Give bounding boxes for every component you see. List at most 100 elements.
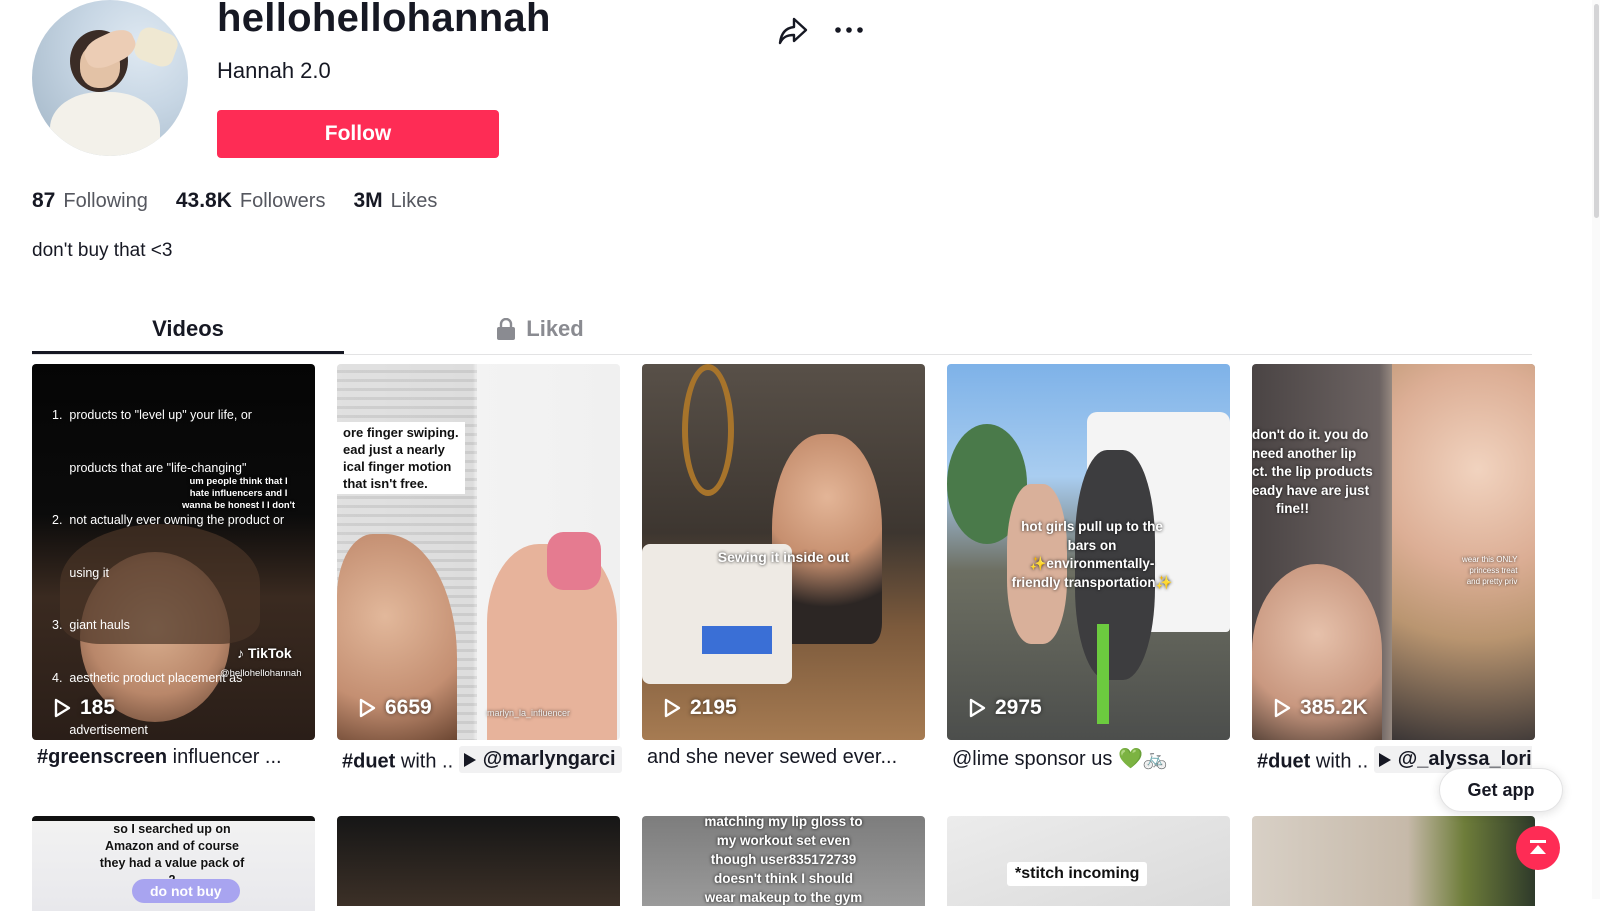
caption-emoji: 💚🚲	[1117, 748, 1168, 770]
video-thumbnail-object	[547, 532, 601, 590]
scrollbar-thumb[interactable]	[1594, 4, 1599, 218]
caption-text: and she never sewed ever...	[647, 746, 898, 768]
video-card[interactable]	[337, 816, 620, 906]
video-overlay-text: hot girls pull up to the bars on ✨enviro…	[987, 518, 1197, 592]
stat-label: Following	[63, 190, 148, 212]
overlay-line: my workout set even	[716, 833, 851, 848]
view-count: 185	[52, 696, 115, 720]
overlay-line: friendly transportation✨	[1011, 574, 1173, 590]
video-overlay-text: ore finger swiping. ead just a nearly ic…	[337, 422, 465, 494]
overlay-line: eady have are just	[1252, 482, 1370, 498]
caption-hashtag[interactable]: #duet	[1257, 751, 1310, 773]
caption-mention[interactable]: @marlyngarci	[458, 746, 622, 773]
stat-value: 87	[32, 189, 56, 212]
profile-stats: 87 Following 43.8K Followers 3M Likes	[32, 189, 437, 213]
overlay-line: hate influencers and I	[189, 488, 288, 499]
stat-following[interactable]: 87 Following	[32, 189, 148, 213]
video-overlay-text: Sewing it inside out	[717, 549, 850, 565]
video-thumbnail-screen	[702, 626, 772, 654]
video-overlay-caption: wear this ONLY princess treat and pretty…	[1462, 554, 1517, 587]
overlay-line: Amazon and of course	[104, 839, 240, 853]
profile-username: hellohellohannah	[217, 0, 551, 40]
stat-value: 3M	[353, 189, 383, 212]
view-count: 2195	[662, 696, 737, 720]
play-icon	[969, 698, 986, 718]
overlay-line: using it	[52, 565, 109, 580]
caption-text: with ..	[395, 750, 454, 773]
follow-button[interactable]: Follow	[217, 110, 499, 158]
get-app-button[interactable]: Get app	[1439, 768, 1563, 812]
view-count-value: 385.2K	[1300, 696, 1368, 719]
profile-avatar[interactable]	[32, 0, 188, 156]
overlay-line: advertisement	[52, 723, 148, 737]
video-caption[interactable]: #duet with .. @marlyngarci	[342, 746, 625, 774]
overlay-line: wanna be honest I I don't	[182, 500, 296, 511]
video-card[interactable]: matching my lip gloss to my workout set …	[642, 816, 925, 906]
share-icon[interactable]	[777, 16, 809, 46]
video-card[interactable]: 1. products to "level up" your life, or …	[32, 364, 315, 740]
more-icon[interactable]	[833, 18, 865, 42]
overlay-line: 2. not actually ever owning the product …	[52, 513, 285, 527]
caption-hashtag[interactable]: #greenscreen	[37, 746, 167, 768]
video-card[interactable]: *stitch incoming	[947, 816, 1230, 906]
video-card[interactable]: don't do it. you do need another lip ct.…	[1252, 364, 1535, 740]
overlay-line: so I searched up on	[113, 822, 231, 836]
overlay-line: don't do it. you do	[1252, 427, 1369, 442]
play-icon	[664, 698, 681, 718]
lock-icon	[497, 318, 516, 340]
video-thumbnail-mirror	[682, 364, 734, 496]
overlay-line: ead just a nearly	[343, 442, 445, 457]
overlay-line: need another lip	[1252, 445, 1357, 461]
overlay-line: products that are "life-changing"	[52, 460, 247, 475]
play-icon	[359, 698, 376, 718]
overlay-line: matching my lip gloss to	[704, 816, 863, 829]
video-thumbnail-scooter	[1097, 624, 1109, 724]
video-card[interactable]: hot girls pull up to the bars on ✨enviro…	[947, 364, 1230, 740]
back-to-top-button[interactable]	[1516, 826, 1560, 870]
play-triangle-icon	[1378, 752, 1391, 767]
view-count-value: 2975	[995, 696, 1042, 719]
video-thumbnail-face	[1392, 364, 1535, 740]
tab-liked[interactable]: Liked	[384, 306, 696, 352]
avatar-cloth	[131, 24, 181, 70]
overlay-line: doesn't think I should	[714, 871, 853, 886]
video-overlay-list: 1. products to "level up" your life, or …	[52, 372, 312, 740]
overlay-line: 3. giant hauls	[52, 618, 130, 632]
view-count-value: 185	[80, 696, 116, 719]
overlay-line: ✨environmentally-	[1029, 556, 1155, 571]
tab-videos[interactable]: Videos	[32, 306, 344, 354]
watermark-handle: @hellohellohannah	[220, 668, 302, 679]
tiktok-logo-icon: ♪	[237, 645, 244, 661]
view-count: 6659	[357, 696, 432, 720]
stat-label: Likes	[390, 190, 438, 212]
overlay-line: wear this ONLY	[1462, 555, 1518, 564]
overlay-line: 1. products to "level up" your life, or	[52, 408, 252, 422]
overlay-line: bars on	[1067, 537, 1117, 553]
overlay-line: ical finger motion	[343, 459, 452, 474]
overlay-line: hot girls pull up to the	[1021, 519, 1163, 534]
video-card[interactable]: so I searched up on Amazon and of course…	[32, 816, 315, 911]
overlay-line: and pretty priv	[1466, 577, 1518, 586]
caption-hashtag[interactable]: #duet	[342, 751, 395, 773]
caption-text: @lime sponsor us	[952, 748, 1113, 770]
overlay-line: ct. the lip products	[1252, 464, 1373, 479]
video-card[interactable]	[1252, 816, 1535, 906]
view-count-value: 2195	[690, 696, 737, 719]
watermark-brand: TikTok	[247, 645, 292, 661]
video-card[interactable]: Sewing it inside out 2195	[642, 364, 925, 740]
caption-text: influencer ...	[167, 746, 282, 768]
tiktok-watermark: ♪ TikTok	[237, 644, 292, 663]
video-caption[interactable]: and she never sewed ever...	[647, 746, 930, 769]
video-overlay-text: don't do it. you do need another lip ct.…	[1252, 426, 1373, 519]
video-caption[interactable]: @lime sponsor us 💚🚲	[952, 746, 1235, 771]
video-card[interactable]: ore finger swiping. ead just a nearly ic…	[337, 364, 620, 740]
watermark-handle: marlyn_la_influencer	[487, 708, 571, 718]
video-grid-row: so I searched up on Amazon and of course…	[32, 816, 1535, 911]
video-caption[interactable]: #greenscreen influencer ...	[37, 746, 320, 769]
stat-followers[interactable]: 43.8K Followers	[176, 189, 326, 213]
overlay-line: though user835172739	[710, 852, 857, 867]
video-overlay-text: matching my lip gloss to my workout set …	[642, 816, 925, 906]
overlay-line: princess treat	[1469, 566, 1518, 575]
overlay-line: they had a value pack of	[99, 856, 245, 870]
play-icon	[54, 698, 71, 718]
